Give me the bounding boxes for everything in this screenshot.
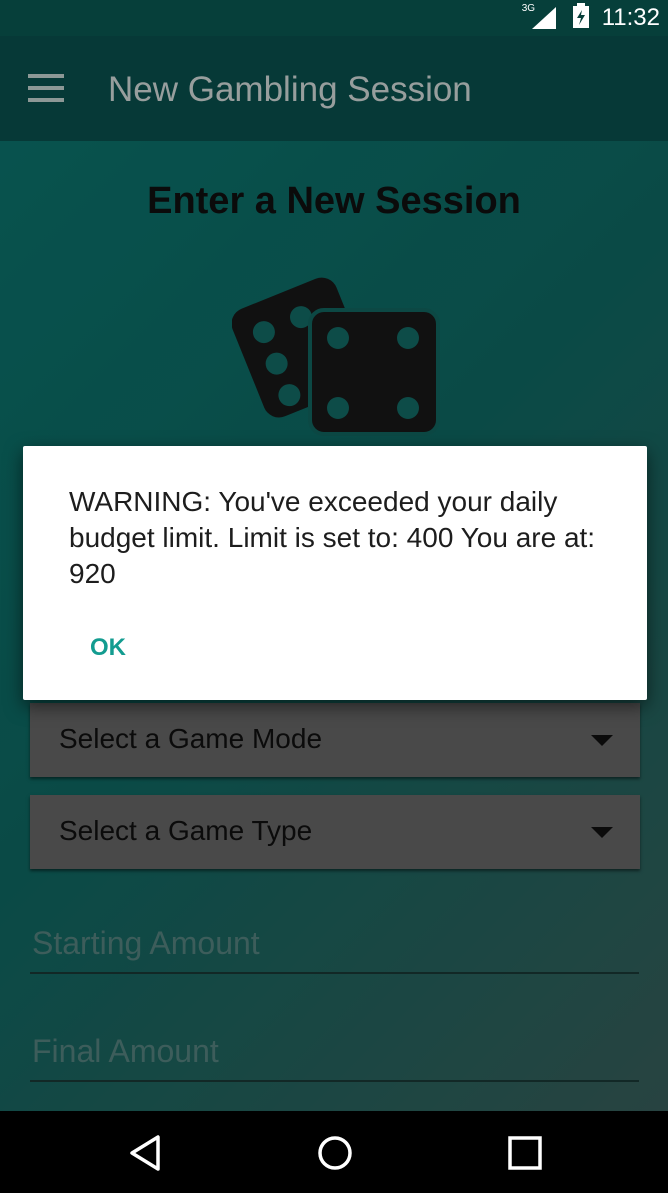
status-time: 11:32	[601, 4, 660, 31]
battery-icon	[570, 2, 592, 35]
status-icons: 3G 11:32	[522, 0, 660, 36]
cell-signal-icon: 3G	[522, 3, 560, 31]
status-bar: 3G 11:32	[0, 0, 668, 36]
ok-button[interactable]: OK	[76, 630, 140, 666]
network-type-label: 3G	[521, 3, 536, 14]
home-icon[interactable]	[315, 1133, 355, 1173]
recents-icon[interactable]	[505, 1133, 545, 1173]
dialog-message: WARNING: You've exceeded your daily budg…	[69, 486, 596, 589]
warning-dialog: WARNING: You've exceeded your daily budg…	[23, 446, 647, 700]
back-icon[interactable]	[126, 1133, 166, 1173]
navigation-bar	[0, 1111, 668, 1193]
